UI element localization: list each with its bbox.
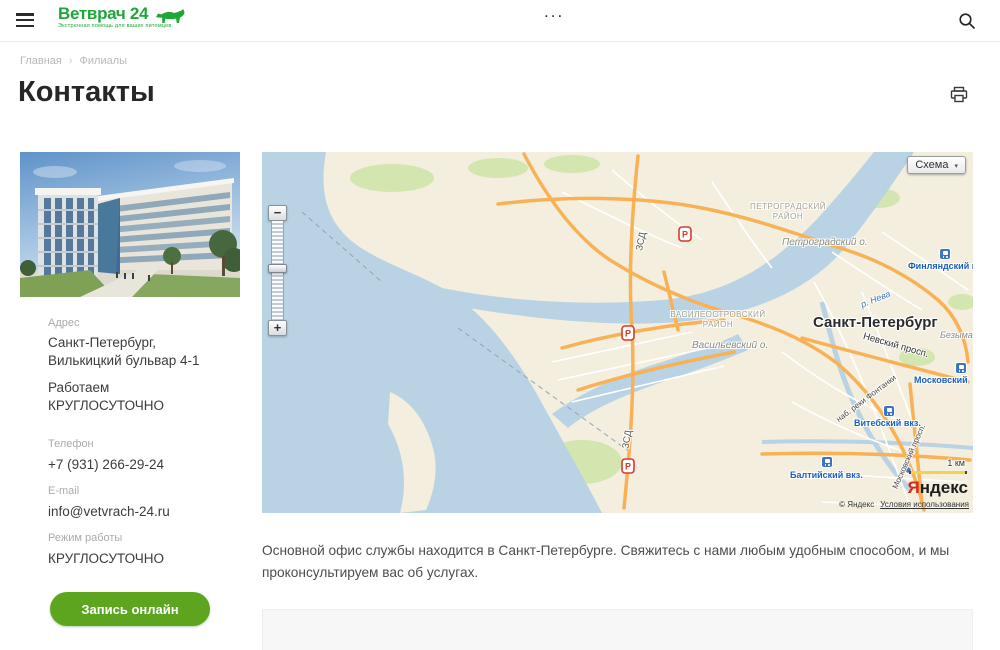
svg-text:Р: Р: [625, 329, 631, 339]
top-header: Ветврач 24 Экстренная помощь для ваших п…: [0, 0, 1000, 42]
hours-value: КРУГЛОСУТОЧНО: [48, 397, 228, 415]
menu-icon[interactable]: [16, 13, 34, 28]
schedule-label: Режим работы: [48, 532, 228, 544]
breadcrumb: Главная › Филиалы: [20, 55, 127, 67]
print-icon[interactable]: [950, 86, 968, 104]
chevron-down-icon: ▾: [954, 163, 958, 170]
breadcrumb-section[interactable]: Филиалы: [80, 55, 128, 67]
baltiysky-station-label: Балтийский вкз.: [790, 470, 863, 480]
finlyandsky-station-icon: [940, 249, 950, 259]
svg-text:Р: Р: [625, 462, 631, 472]
district-vasileostrovsky-label: ВАСИЛЕОСТРОВСКИЙРАЙОН: [670, 310, 766, 330]
map-copyright: © Яндекс: [839, 500, 874, 509]
online-booking-button[interactable]: Запись онлайн: [50, 592, 210, 626]
office-description: Основной офис службы находится в Санкт-П…: [262, 540, 967, 584]
email-label: E-mail: [48, 485, 228, 497]
contacts-page: Ветврач 24 Экстренная помощь для ваших п…: [0, 0, 1000, 650]
address-block: Адрес Санкт-Петербург, Вилькицкий бульва…: [48, 317, 228, 415]
map-zoom-control: − +: [268, 205, 288, 336]
page-title: Контакты: [18, 76, 155, 109]
zoom-slider-handle[interactable]: [268, 264, 287, 273]
phone-label: Телефон: [48, 438, 228, 450]
finlyandsky-station-label: Финляндский вк: [908, 261, 973, 271]
email-block: E-mail info@vetvrach-24.ru: [48, 485, 228, 521]
logo[interactable]: Ветврач 24 Экстренная помощь для ваших п…: [58, 4, 178, 29]
more-menu[interactable]: ...: [544, 2, 564, 22]
breadcrumb-separator: ›: [69, 55, 73, 67]
yandex-logo[interactable]: Яндекс: [908, 478, 968, 498]
phone-block: Телефон +7 (931) 266-29-24: [48, 438, 228, 474]
terms-of-use-link[interactable]: Условия использования: [880, 500, 969, 509]
hours-intro: Работаем: [48, 379, 228, 397]
vitebsky-station-label: Витебский вкз.: [854, 418, 921, 428]
city-label: Санкт-Петербург: [813, 314, 938, 331]
moskovsky-station-icon: [956, 363, 966, 373]
email-value[interactable]: info@vetvrach-24.ru: [48, 503, 228, 521]
vitebsky-station-icon: [884, 406, 894, 416]
phone-value[interactable]: +7 (931) 266-29-24: [48, 456, 228, 474]
map-scale-label: 1 км: [947, 458, 965, 468]
yandex-map[interactable]: Р Р Р ПЕТРОГРАДСКИЙРАЙОН ВАСИЛЕОСТРОВСКИ…: [262, 152, 973, 513]
zoom-out-button[interactable]: −: [268, 205, 287, 221]
search-icon[interactable]: [958, 12, 976, 30]
svg-text:Р: Р: [682, 230, 688, 240]
district-petrogradsky-label: ПЕТРОГРАДСКИЙРАЙОН: [742, 202, 834, 222]
office-building-photo: [20, 152, 240, 297]
zoom-in-button[interactable]: +: [268, 320, 287, 336]
vasilievsky-island-label: Васильевский о.: [692, 340, 768, 351]
baltiysky-station-icon: [822, 457, 832, 467]
map-scale-bar: [909, 471, 967, 474]
address-line1: Санкт-Петербург,: [48, 334, 228, 352]
dog-icon: [154, 8, 186, 28]
map-layer-button[interactable]: Схема▾: [907, 156, 966, 174]
moskovsky-station-label: Московский: [914, 375, 968, 385]
bezymyanny-label: Безыма: [940, 330, 973, 340]
bottom-section-panel: [262, 609, 973, 650]
schedule-value: КРУГЛОСУТОЧНО: [48, 550, 228, 568]
address-label: Адрес: [48, 317, 228, 329]
petrogradsky-island-label: Петроградский о.: [782, 237, 868, 248]
map-attribution: © Яндекс Условия использования: [839, 500, 969, 509]
address-line2: Вилькицкий бульвар 4-1: [48, 352, 228, 370]
schedule-block: Режим работы КРУГЛОСУТОЧНО: [48, 532, 228, 568]
breadcrumb-home[interactable]: Главная: [20, 55, 62, 67]
